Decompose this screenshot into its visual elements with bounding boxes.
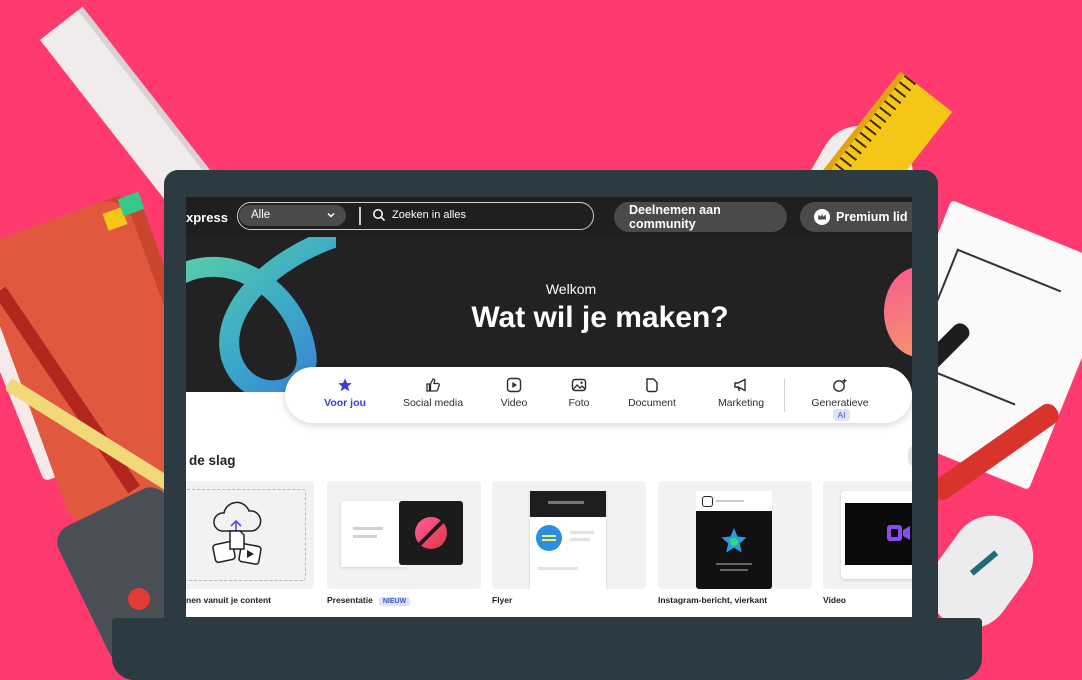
video-camera-icon (887, 525, 910, 541)
top-bar: xpress Alle Zoeken in alles Deelnemen aa… (186, 197, 912, 237)
new-badge: NIEUW (378, 597, 411, 606)
tab-foto[interactable]: Foto (565, 377, 593, 409)
tab-label: Video (500, 397, 528, 409)
star-icon (338, 378, 352, 392)
card-flyer[interactable] (492, 481, 646, 589)
card-label[interactable]: Flyer (492, 595, 512, 605)
video-thumbnail (841, 491, 912, 579)
card-presentatie[interactable] (327, 481, 481, 589)
tab-generatieve[interactable]: GeneratieveAI (803, 377, 877, 421)
premium-member-label: Premium lid (836, 210, 908, 224)
tab-document[interactable]: Document (627, 377, 677, 409)
flyer-thumbnail (530, 491, 606, 589)
brand-name: xpress (186, 210, 228, 225)
tab-video[interactable]: Video (497, 377, 531, 409)
megaphone-icon (734, 378, 746, 392)
instagram-thumbnail (696, 491, 772, 589)
tab-voor-jou[interactable]: Voor jou (324, 377, 366, 409)
card-start-from-content[interactable] (186, 481, 314, 589)
sparkle-image-icon (833, 378, 848, 392)
filter-dropdown[interactable]: Alle (239, 205, 346, 226)
tab-divider (784, 379, 785, 412)
instagram-icon (702, 496, 713, 507)
thumbs-up-icon (426, 378, 440, 392)
card-label[interactable]: Instagram-bericht, vierkant (658, 595, 767, 605)
crown-icon (814, 209, 830, 225)
laptop-base (112, 618, 982, 680)
search-divider (359, 207, 361, 225)
card-video[interactable] (823, 481, 912, 589)
premium-member-button[interactable]: Premium lid (800, 202, 912, 232)
tab-label: Marketing (717, 397, 765, 409)
card-label-text: Presentatie (327, 595, 373, 605)
category-tabs: Voor jou Social media Video Foto Documen… (285, 367, 912, 423)
ai-badge: AI (833, 409, 850, 421)
filter-value: Alle (251, 209, 271, 221)
join-community-button[interactable]: Deelnemen aan community (614, 202, 787, 232)
play-icon (506, 377, 522, 393)
badge-starburst (536, 525, 562, 551)
search-input[interactable]: Zoeken in alles (392, 209, 466, 221)
tab-label: Social media (402, 397, 464, 409)
tab-marketing[interactable]: Marketing (716, 377, 766, 409)
slide-thumbnail (341, 501, 407, 567)
slide-thumbnail-dark (399, 501, 463, 565)
tab-label: Voor jou (324, 397, 366, 409)
star-badge-icon (721, 528, 747, 553)
document-icon (646, 378, 658, 393)
tab-label: Foto (568, 397, 590, 409)
tab-label: Generatieve (811, 397, 869, 409)
image-icon (571, 378, 587, 392)
card-label[interactable]: nen vanuit je content (186, 595, 271, 605)
app-screen: xpress Alle Zoeken in alles Deelnemen aa… (186, 197, 912, 617)
card-label[interactable]: Video (823, 595, 846, 605)
search-icon (373, 209, 386, 222)
search-bar[interactable]: Alle Zoeken in alles (237, 202, 594, 230)
upload-cloud-icon (212, 501, 262, 565)
welcome-text: Welkom (545, 281, 597, 297)
carousel-next-button[interactable] (908, 445, 912, 467)
card-instagram-post[interactable] (658, 481, 812, 589)
card-label[interactable]: Presentatie NIEUW (327, 595, 411, 606)
join-community-label: Deelnemen aan community (629, 203, 721, 231)
chevron-down-icon (327, 212, 335, 218)
page-title: Wat wil je maken? (471, 301, 729, 334)
tab-social-media[interactable]: Social media (400, 377, 466, 409)
section-title: de slag (189, 453, 236, 468)
calculator-button-decoration (128, 588, 150, 610)
tab-label: Document (628, 397, 676, 409)
